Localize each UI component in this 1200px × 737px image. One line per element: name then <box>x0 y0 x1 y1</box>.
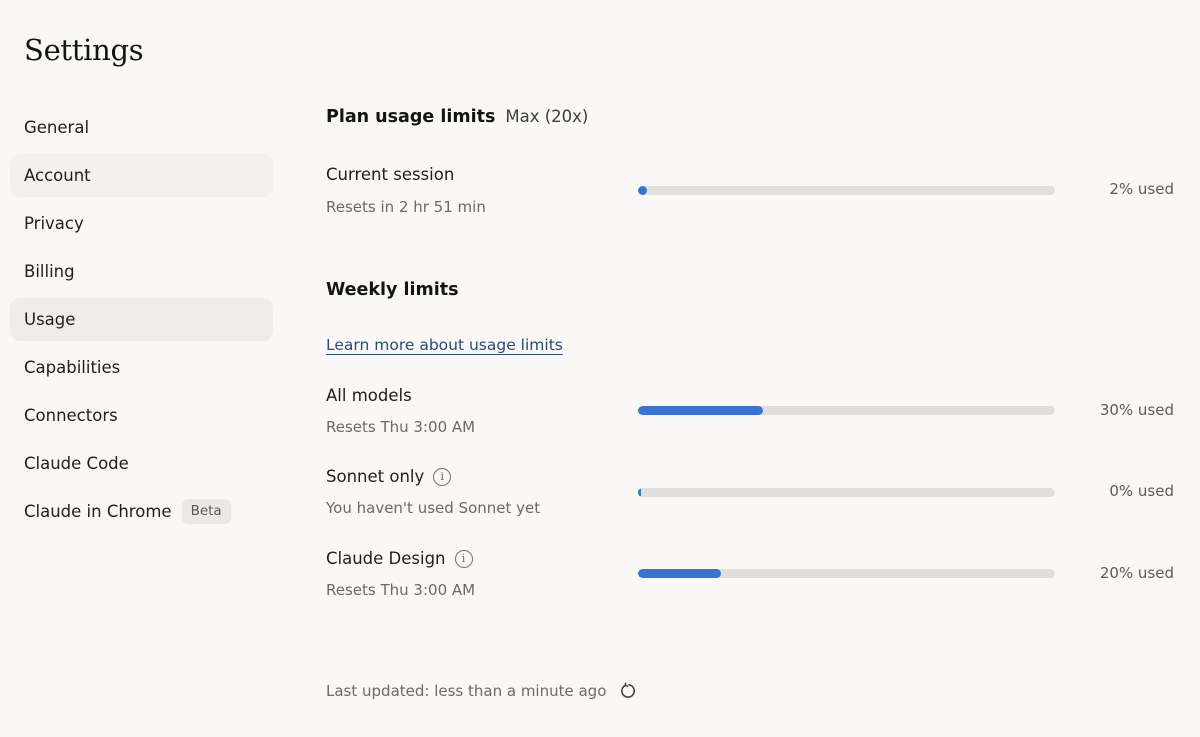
claude-design-reset: Resets Thu 3:00 AM <box>326 581 476 599</box>
claude-design-progress <box>638 569 1055 578</box>
plan-usage-title: Plan usage limits <box>326 107 496 127</box>
sidebar-item-label: General <box>24 118 90 137</box>
all-models-label: All models <box>326 386 412 405</box>
sidebar-item-label: Privacy <box>24 214 84 233</box>
current-session-used: 2% used <box>1109 180 1174 198</box>
claude-design-label: Claude Design i <box>326 549 473 568</box>
all-models-progress <box>638 406 1055 415</box>
sonnet-only-used: 0% used <box>1109 482 1174 500</box>
all-models-reset: Resets Thu 3:00 AM <box>326 418 476 436</box>
settings-sidebar: General Account Privacy Billing Usage Ca… <box>10 106 273 538</box>
usage-panel: Plan usage limits Max (20x) Current sessi… <box>326 0 1176 737</box>
sonnet-only-label: Sonnet only i <box>326 467 452 486</box>
all-models-used: 30% used <box>1099 401 1174 419</box>
sonnet-only-progress <box>638 488 1055 497</box>
last-updated-row: Last updated: less than a minute ago <box>326 682 638 700</box>
sidebar-item-label: Capabilities <box>24 358 121 377</box>
sidebar-item-usage[interactable]: Usage <box>10 298 273 341</box>
plan-name: Max (20x) <box>505 107 589 126</box>
sidebar-item-label: Account <box>24 166 91 185</box>
claude-design-used: 20% used <box>1099 564 1174 582</box>
beta-badge: Beta <box>181 499 231 524</box>
current-session-progress <box>638 186 1055 195</box>
current-session-reset: Resets in 2 hr 51 min <box>326 198 486 216</box>
sidebar-item-label: Usage <box>24 310 76 329</box>
current-session-progress-fill <box>638 186 647 195</box>
weekly-limits-title: Weekly limits <box>326 280 459 300</box>
refresh-icon[interactable] <box>620 682 638 700</box>
sidebar-item-label: Claude in Chrome <box>24 502 172 521</box>
sonnet-only-label-text: Sonnet only <box>326 467 425 486</box>
sidebar-item-account[interactable]: Account <box>10 154 273 197</box>
info-icon[interactable]: i <box>454 549 473 568</box>
claude-design-progress-fill <box>638 569 722 578</box>
page-title: Settings <box>24 33 144 67</box>
sidebar-item-label: Connectors <box>24 406 118 425</box>
all-models-progress-fill <box>638 406 764 415</box>
sonnet-only-progress-fill <box>638 488 641 497</box>
sidebar-item-billing[interactable]: Billing <box>10 250 273 293</box>
sidebar-item-privacy[interactable]: Privacy <box>10 202 273 245</box>
sidebar-item-claude-in-chrome[interactable]: Claude in Chrome Beta <box>10 490 273 533</box>
current-session-label: Current session <box>326 165 455 184</box>
sidebar-item-label: Claude Code <box>24 454 129 473</box>
sidebar-item-general[interactable]: General <box>10 106 273 149</box>
all-models-label-text: All models <box>326 386 412 405</box>
sidebar-item-claude-code[interactable]: Claude Code <box>10 442 273 485</box>
sonnet-only-status: You haven't used Sonnet yet <box>326 499 541 517</box>
sidebar-item-connectors[interactable]: Connectors <box>10 394 273 437</box>
sidebar-item-capabilities[interactable]: Capabilities <box>10 346 273 389</box>
learn-more-link[interactable]: Learn more about usage limits <box>326 336 563 354</box>
sidebar-item-label: Billing <box>24 262 75 281</box>
claude-design-label-text: Claude Design <box>326 549 446 568</box>
info-icon[interactable]: i <box>433 467 452 486</box>
last-updated-text: Last updated: less than a minute ago <box>326 682 607 700</box>
plan-usage-heading: Plan usage limits Max (20x) <box>326 107 588 127</box>
